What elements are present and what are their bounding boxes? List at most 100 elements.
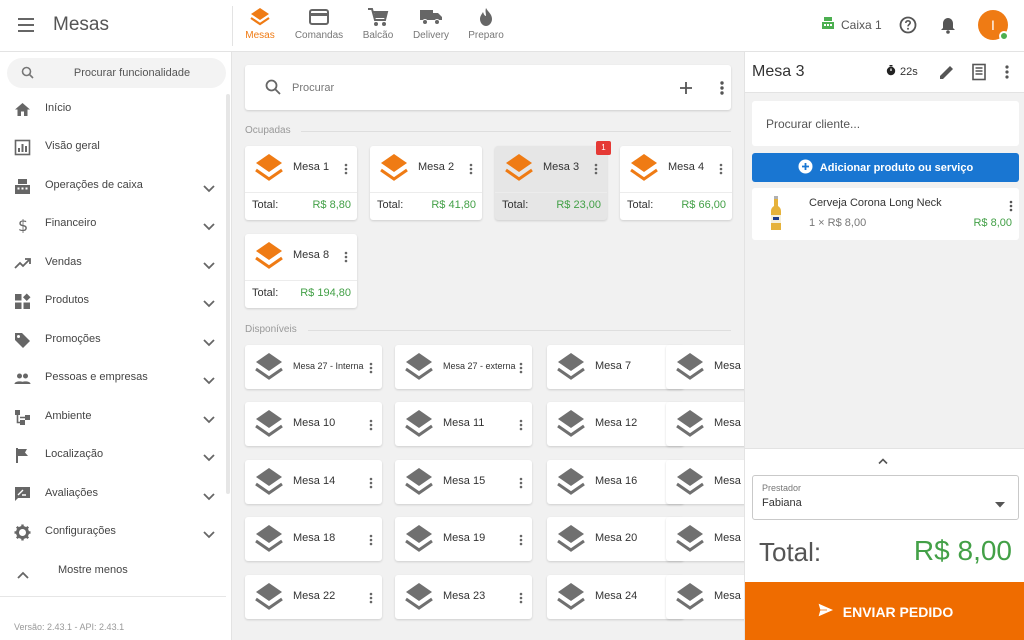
- svg-text:$: $: [18, 216, 28, 233]
- edit-icon[interactable]: [938, 63, 956, 81]
- order-item[interactable]: Cerveja Corona Long Neck 1 × R$ 8,00 R$ …: [752, 188, 1019, 240]
- more-vert-icon[interactable]: [519, 591, 523, 609]
- table-card-available[interactable]: Mesa: [666, 460, 744, 504]
- client-search-input[interactable]: [766, 113, 1006, 135]
- cash-register-selector[interactable]: Caixa 1: [821, 16, 882, 33]
- sidebar-item-ambiente[interactable]: Ambiente: [0, 398, 226, 436]
- more-vert-icon[interactable]: [344, 162, 348, 180]
- table-card-available[interactable]: Mesa 18: [245, 517, 382, 561]
- sidebar-item-inicio[interactable]: Início: [0, 90, 226, 128]
- sidebar-item-configuracoes[interactable]: Configurações: [0, 513, 226, 551]
- tab-preparo[interactable]: Preparo: [456, 6, 516, 46]
- table-card-occupied-selected[interactable]: Mesa 3 Total: R$ 23,00 1: [495, 141, 611, 220]
- more-vert-icon[interactable]: [719, 162, 723, 180]
- more-vert-icon[interactable]: [519, 418, 523, 436]
- table-card-available[interactable]: Mesa 12: [547, 402, 684, 446]
- more-vert-icon[interactable]: [369, 591, 373, 609]
- sidebar-item-produtos[interactable]: Produtos: [0, 282, 226, 320]
- chevron-down-icon: [203, 526, 215, 544]
- table-card-available[interactable]: Mesa 19: [395, 517, 532, 561]
- more-vert-icon[interactable]: [594, 162, 598, 180]
- table-card-available[interactable]: Mesa 10: [245, 402, 382, 446]
- sidebar-item-promocoes[interactable]: Promoções: [0, 321, 226, 359]
- more-vert-icon[interactable]: [369, 361, 373, 379]
- table-card-occupied[interactable]: Mesa 1 Total: R$ 8,80: [245, 146, 357, 220]
- table-card-occupied[interactable]: Mesa 4 Total: R$ 66,00: [620, 146, 732, 220]
- fire-icon: [456, 6, 516, 28]
- prestador-select[interactable]: Prestador Fabiana: [752, 475, 1019, 520]
- sidebar-item-vendas[interactable]: Vendas: [0, 244, 226, 282]
- table-available-icon: [253, 466, 285, 503]
- client-search: [752, 101, 1019, 146]
- tab-label: Preparo: [468, 30, 504, 41]
- tables-search-input[interactable]: [292, 77, 592, 99]
- more-vert-icon[interactable]: [1009, 199, 1013, 217]
- more-vert-icon[interactable]: [369, 418, 373, 436]
- cart-icon: [348, 6, 408, 28]
- tab-balcao[interactable]: Balcão: [348, 6, 408, 46]
- more-vert-icon[interactable]: [344, 250, 348, 268]
- sidebar-item-label: Promoções: [45, 333, 101, 345]
- table-available-icon: [674, 581, 706, 618]
- add-product-button[interactable]: Adicionar produto ou serviço: [752, 153, 1019, 182]
- table-card-available[interactable]: Mesa: [666, 345, 744, 389]
- sidebar-scrollbar[interactable]: [226, 94, 230, 494]
- divider: [245, 192, 357, 193]
- sidebar-item-localizacao[interactable]: Localização: [0, 436, 226, 474]
- more-vert-icon[interactable]: [369, 476, 373, 494]
- sidebar-item-operacoes-caixa[interactable]: Operações de caixa: [0, 167, 226, 205]
- more-vert-icon[interactable]: [519, 476, 523, 494]
- table-available-icon: [674, 351, 706, 388]
- total-label: Total:: [502, 199, 529, 211]
- table-card-available[interactable]: Mesa 24: [547, 575, 684, 619]
- table-card-available[interactable]: Mesa 22: [245, 575, 382, 619]
- chevron-up-icon[interactable]: [877, 452, 889, 470]
- more-vert-icon[interactable]: [519, 361, 523, 379]
- table-card-available[interactable]: Mesa 20: [547, 517, 684, 561]
- tab-delivery[interactable]: Delivery: [401, 6, 461, 46]
- more-vert-icon[interactable]: [469, 162, 473, 180]
- table-card-available[interactable]: Mesa: [666, 517, 744, 561]
- table-card-available[interactable]: Mesa: [666, 402, 744, 446]
- table-card-available[interactable]: Mesa 15: [395, 460, 532, 504]
- send-order-button[interactable]: ENVIAR PEDIDO: [745, 582, 1024, 640]
- sitemap-icon: [14, 409, 31, 426]
- avatar[interactable]: I: [978, 10, 1009, 41]
- sidebar-item-avaliacoes[interactable]: Avaliações: [0, 475, 226, 513]
- more-vert-icon[interactable]: [715, 77, 729, 99]
- more-vert-icon[interactable]: [369, 533, 373, 551]
- menu-icon[interactable]: [18, 18, 34, 32]
- table-name: Mesa 15: [443, 475, 486, 487]
- table-card-available[interactable]: Mesa 27 - Interna: [245, 345, 382, 389]
- sidebar-show-less[interactable]: Mostre menos: [0, 552, 226, 590]
- table-total: R$ 23,00: [556, 199, 601, 211]
- table-name: Mesa: [714, 360, 741, 372]
- table-card-available[interactable]: Mesa 27 - externa: [395, 345, 532, 389]
- help-icon[interactable]: [898, 15, 918, 35]
- table-card-available[interactable]: Mesa 23: [395, 575, 532, 619]
- beer-bottle-icon: [769, 196, 783, 237]
- sidebar-item-financeiro[interactable]: $ Financeiro: [0, 205, 226, 243]
- sidebar-item-visao-geral[interactable]: Visão geral: [0, 128, 226, 166]
- table-card-occupied[interactable]: Mesa 8 Total: R$ 194,80: [245, 234, 357, 308]
- more-vert-icon[interactable]: [519, 533, 523, 551]
- receipt-icon[interactable]: [970, 63, 988, 81]
- add-table-button[interactable]: [675, 77, 697, 99]
- more-vert-icon[interactable]: [998, 63, 1016, 81]
- tab-comandas[interactable]: Comandas: [289, 6, 349, 46]
- divider: [370, 192, 482, 193]
- table-card-available[interactable]: Mesa 7: [547, 345, 684, 389]
- table-card-available[interactable]: Mesa 11: [395, 402, 532, 446]
- table-occupied-icon: [378, 152, 410, 189]
- top-bar: Mesas Mesas Comandas Balcão Delivery Pre…: [0, 0, 1024, 52]
- chevron-down-icon: [203, 411, 215, 429]
- table-card-available[interactable]: Mesa 16: [547, 460, 684, 504]
- sidebar-item-pessoas[interactable]: Pessoas e empresas: [0, 359, 226, 397]
- tab-mesas[interactable]: Mesas: [230, 6, 290, 46]
- table-card-available[interactable]: Mesa: [666, 575, 744, 619]
- table-name: Mesa 18: [293, 532, 336, 544]
- bell-icon[interactable]: [938, 15, 958, 35]
- table-card-occupied[interactable]: Mesa 2 Total: R$ 41,80: [370, 146, 482, 220]
- table-card-available[interactable]: Mesa 14: [245, 460, 382, 504]
- sidebar-search-input[interactable]: [47, 58, 217, 88]
